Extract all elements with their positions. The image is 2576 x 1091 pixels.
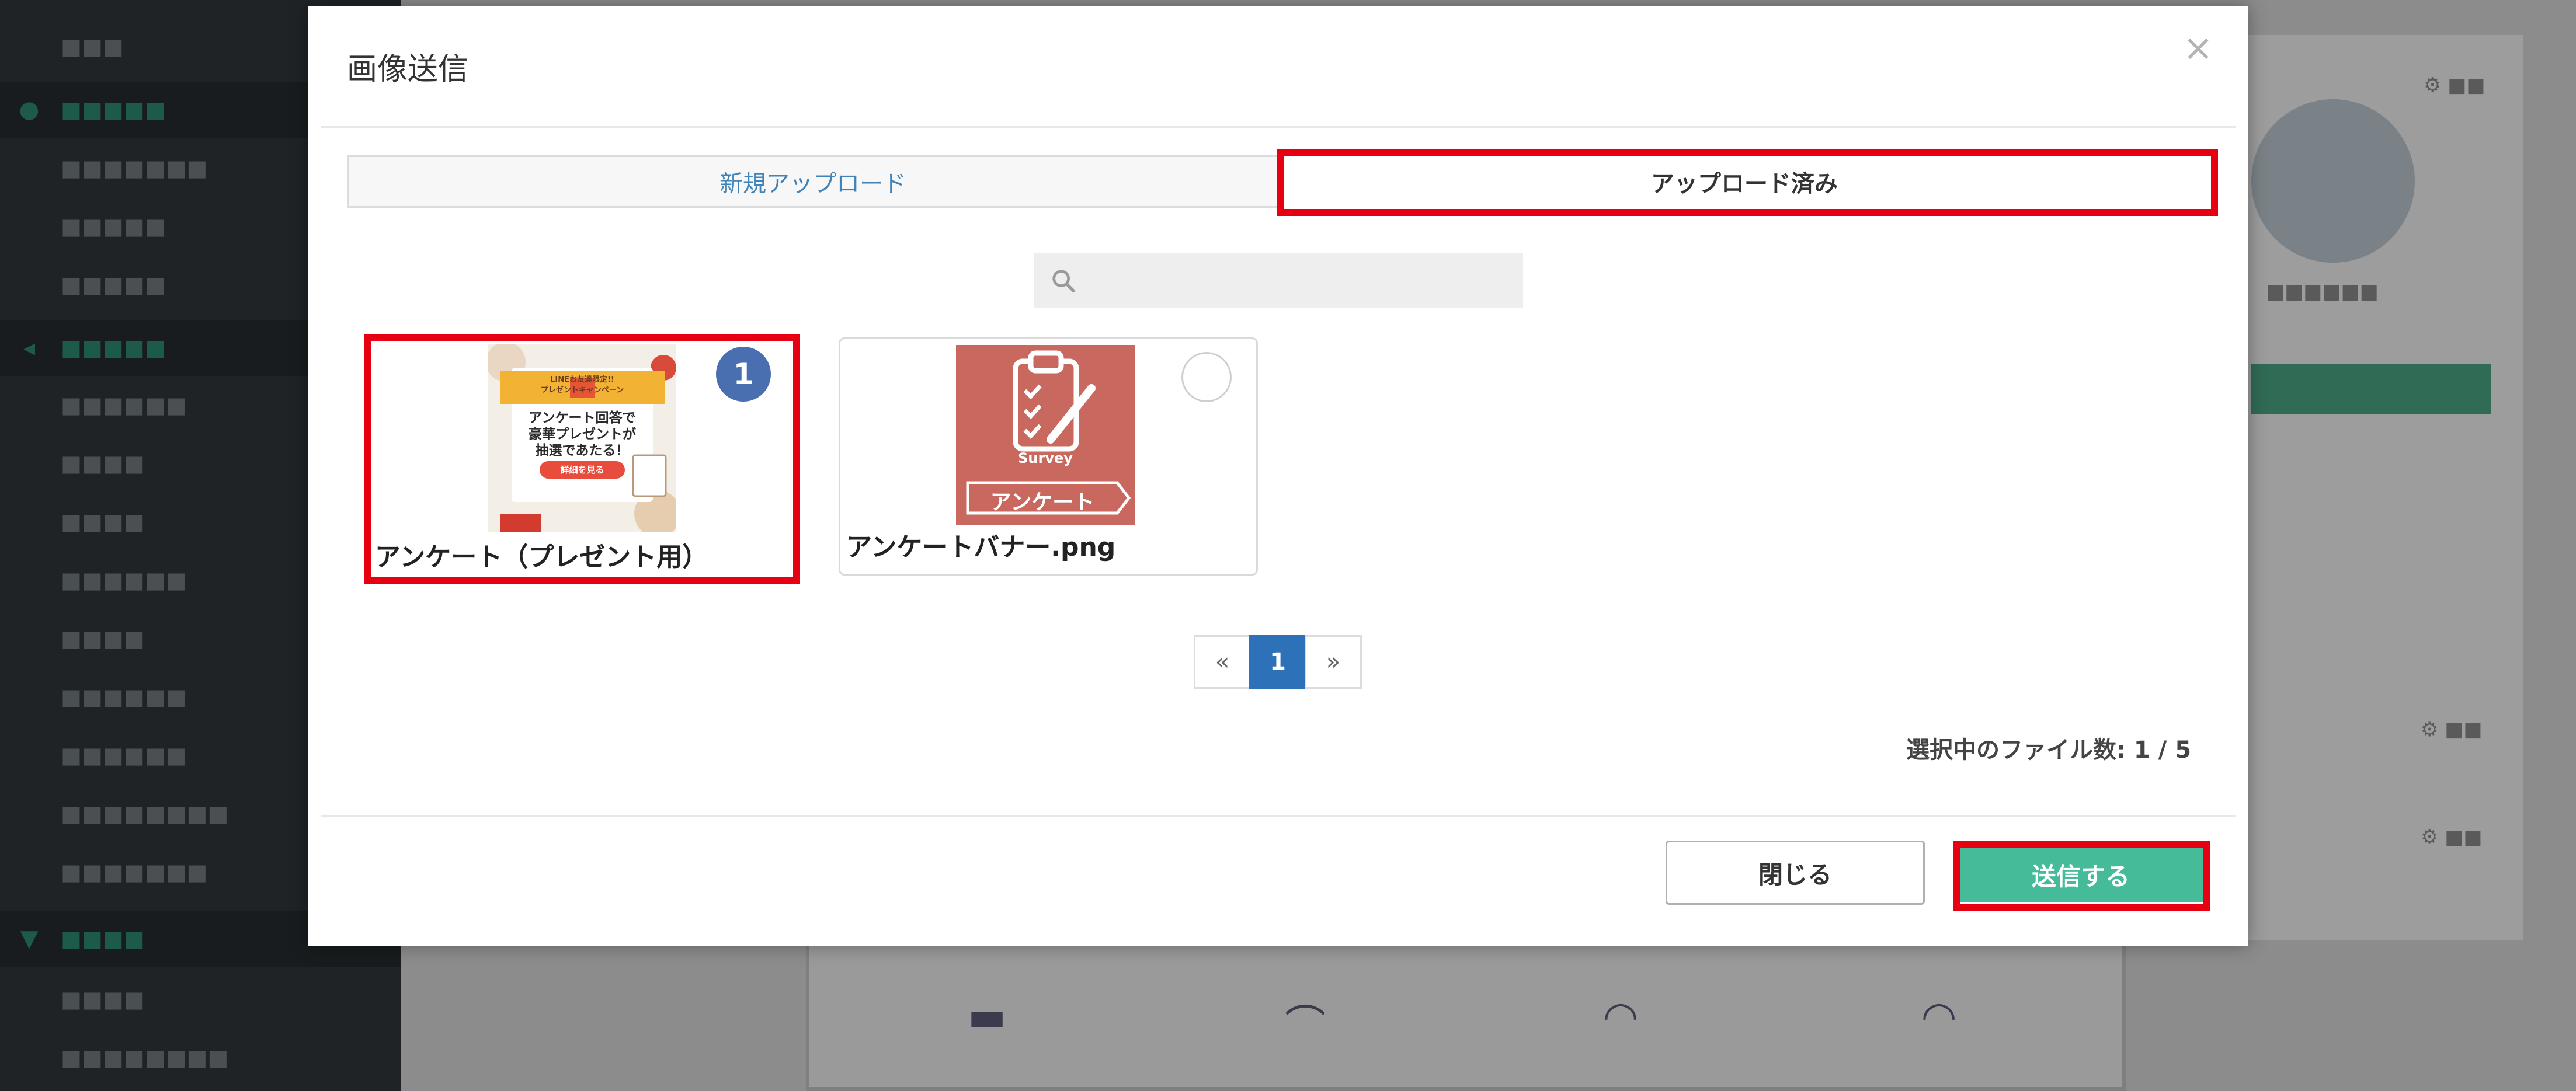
selected-file-count: 選択中のファイル数: 1 / 5 bbox=[1906, 737, 2192, 764]
close-button[interactable]: 閉じる bbox=[1666, 841, 1925, 905]
image-card-survey-present[interactable]: LINEお友達限定!! プレゼントキャンペーン アンケート回答で 豪華プレゼント… bbox=[368, 337, 787, 578]
pagination: « 1 » bbox=[1194, 635, 1362, 689]
pagination-prev[interactable]: « bbox=[1194, 635, 1251, 689]
sidebar-item: ■■■■ bbox=[61, 987, 145, 1012]
sidebar-item: ■■■■■■■ bbox=[61, 859, 208, 885]
sidebar-item: ■■■■■ bbox=[61, 214, 166, 239]
section-icon: ◂ bbox=[23, 334, 36, 361]
sidebar-item: ■■■■■■■■ bbox=[61, 1045, 229, 1071]
gauge-icon: ◠ bbox=[1921, 992, 1957, 1040]
thumb-main-text: アンケート回答で 豪華プレゼントが 抽選であたる！ bbox=[529, 410, 636, 458]
thumb-banner-text: アンケート bbox=[990, 490, 1095, 514]
tab-bar: 新規アップロード アップロード済み bbox=[347, 155, 2210, 208]
thumb-survey-text: Survey bbox=[1018, 450, 1073, 466]
image-send-modal: 画像送信 × 新規アップロード アップロード済み LINEお友達限定!! プレゼ… bbox=[308, 6, 2248, 946]
image-card-label: アンケート（プレゼント用） bbox=[375, 542, 708, 572]
sidebar-item: ■■■■■■ bbox=[61, 567, 187, 593]
edit-link-bg: ⚙ ■■ bbox=[2421, 718, 2483, 741]
background-button bbox=[2251, 364, 2491, 414]
gauge-icon: ⌒ bbox=[1285, 1001, 1326, 1049]
image-thumbnail: Survey アンケート bbox=[956, 345, 1135, 525]
selection-order-badge: 1 bbox=[716, 347, 771, 402]
search-icon bbox=[1052, 270, 1075, 292]
name-bg: ■■■■■■ bbox=[2266, 280, 2379, 304]
sidebar-item: ■■■■ bbox=[61, 451, 145, 476]
avatar bbox=[2251, 99, 2415, 263]
gauge-icon: ◠ bbox=[1602, 992, 1639, 1040]
sidebar-item: ■■■■■■ bbox=[61, 684, 187, 710]
sidebar-item: ■■■■■■ bbox=[61, 392, 187, 418]
section-icon: ● bbox=[19, 96, 40, 123]
close-icon[interactable]: × bbox=[2181, 30, 2216, 66]
sidebar-item: ■■■■■■■ bbox=[61, 155, 208, 181]
footer-divider bbox=[321, 815, 2236, 817]
image-thumbnail: LINEお友達限定!! プレゼントキャンペーン アンケート回答で 豪華プレゼント… bbox=[488, 344, 676, 532]
pagination-page-1[interactable]: 1 bbox=[1249, 635, 1306, 689]
edit-link-bg: ⚙ ■■ bbox=[2421, 825, 2483, 849]
tab-uploaded[interactable]: アップロード済み bbox=[1279, 155, 2210, 208]
modal-title: 画像送信 bbox=[347, 52, 469, 87]
sidebar-item: ■■■■ bbox=[61, 626, 145, 651]
thumb-header-text: LINEお友達限定!! プレゼントキャンペーン bbox=[540, 375, 624, 395]
pagination-next[interactable]: » bbox=[1305, 635, 1362, 689]
thumb-detail-button: 詳細を見る bbox=[560, 465, 604, 475]
sidebar-item: ■■■■ bbox=[61, 509, 145, 535]
search-input[interactable] bbox=[1086, 259, 1513, 302]
edit-link-bg: ⚙ ■■ bbox=[2424, 74, 2485, 97]
send-button[interactable]: 送信する bbox=[1956, 846, 2205, 902]
header-divider bbox=[321, 126, 2236, 128]
image-card-label: アンケートバナー.png bbox=[846, 532, 1116, 562]
select-checkbox[interactable] bbox=[1181, 352, 1232, 402]
image-card-survey-banner[interactable]: Survey アンケート アンケートバナー.png bbox=[839, 337, 1258, 576]
gauge-icon: ▬ bbox=[967, 992, 1007, 1040]
search-box bbox=[1034, 253, 1523, 308]
sidebar-item: ■■■■■ bbox=[61, 272, 166, 298]
sidebar-item: ■■■ bbox=[61, 34, 124, 60]
sidebar-item: ■■■■■■ bbox=[61, 743, 187, 768]
section-icon: ▼ bbox=[20, 925, 39, 952]
tab-new-upload[interactable]: 新規アップロード bbox=[347, 155, 1279, 208]
sidebar-item: ■■■■■■■■ bbox=[61, 801, 229, 827]
